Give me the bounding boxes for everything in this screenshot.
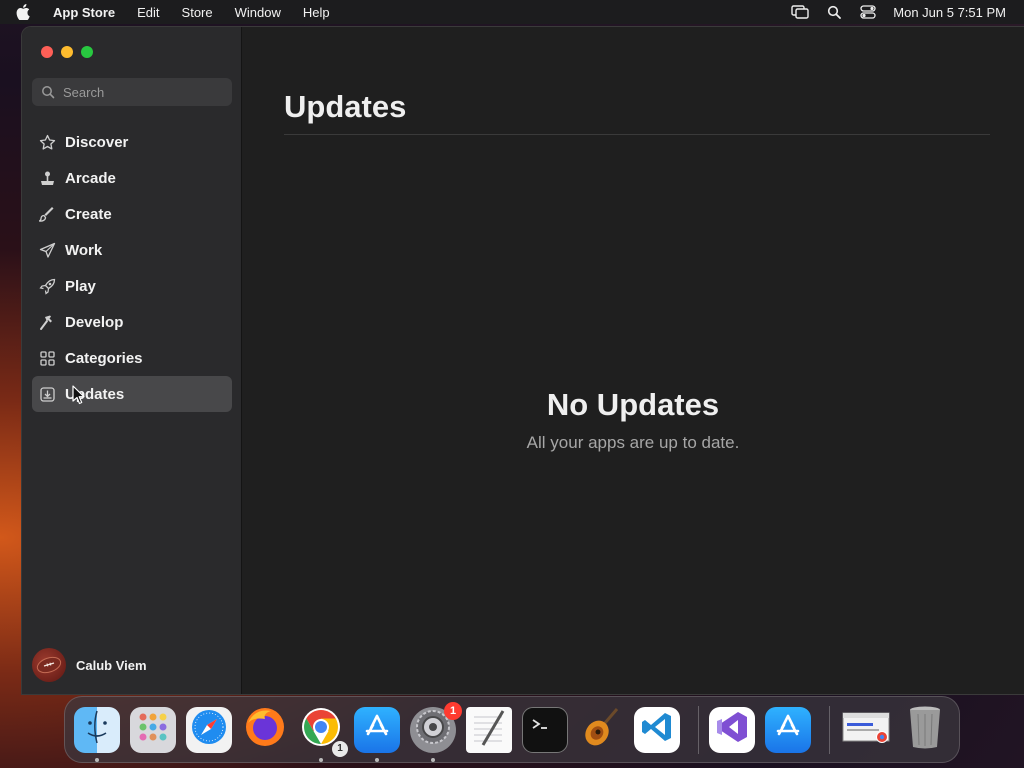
menu-store[interactable]: Store bbox=[182, 5, 213, 20]
dock-launchpad[interactable] bbox=[130, 706, 176, 753]
search-field[interactable] bbox=[32, 78, 232, 106]
paper-plane-icon bbox=[38, 241, 56, 259]
title-divider bbox=[284, 134, 990, 135]
dock-finder[interactable] bbox=[74, 706, 120, 762]
sidebar-item-categories[interactable]: Categories bbox=[32, 340, 232, 376]
running-indicator bbox=[431, 757, 435, 762]
sidebar-item-discover[interactable]: Discover bbox=[32, 124, 232, 160]
terminal-icon bbox=[527, 712, 563, 747]
app-store-icon bbox=[771, 710, 805, 749]
hammer-icon bbox=[38, 313, 56, 331]
sidebar-item-create[interactable]: Create bbox=[32, 196, 232, 232]
menu-edit[interactable]: Edit bbox=[137, 5, 159, 20]
dock-chrome[interactable]: 1 bbox=[298, 707, 348, 762]
dock-garageband[interactable] bbox=[578, 707, 624, 753]
sidebar-nav: Discover Arcade Create Work Play Develop… bbox=[32, 124, 232, 412]
trash-icon bbox=[907, 704, 943, 755]
close-window-button[interactable] bbox=[41, 46, 53, 58]
dock-textedit[interactable] bbox=[466, 705, 512, 754]
dock-safari[interactable] bbox=[186, 706, 232, 753]
menu-app-name[interactable]: App Store bbox=[53, 5, 115, 20]
dock-separator bbox=[829, 705, 830, 754]
apple-menu-icon[interactable] bbox=[16, 4, 40, 20]
sidebar-item-work[interactable]: Work bbox=[32, 232, 232, 268]
empty-state-subtitle: All your apps are up to date. bbox=[526, 433, 740, 452]
screen-mirroring-icon[interactable] bbox=[789, 4, 811, 20]
dock-system-settings[interactable]: 1 bbox=[410, 701, 462, 762]
guitar-icon bbox=[579, 705, 623, 754]
minimize-window-button[interactable] bbox=[61, 46, 73, 58]
brush-icon bbox=[38, 205, 56, 223]
main-content: Updates No Updates All your apps are up … bbox=[242, 27, 1024, 694]
chrome-badge: 1 bbox=[332, 740, 348, 757]
mouse-pointer-icon bbox=[72, 385, 86, 410]
sidebar-item-label: Work bbox=[65, 241, 103, 259]
spotlight-search-icon[interactable] bbox=[823, 4, 845, 20]
account-profile[interactable]: Calub Viem bbox=[32, 648, 147, 682]
dock-vscode[interactable] bbox=[634, 706, 680, 753]
dock-visual-studio[interactable] bbox=[709, 706, 755, 753]
empty-state-title: No Updates bbox=[546, 387, 720, 422]
sidebar-item-label: Play bbox=[65, 277, 96, 295]
empty-state: No Updates All your apps are up to date. bbox=[242, 387, 1024, 453]
dock-trash[interactable] bbox=[902, 704, 948, 755]
grid-icon bbox=[38, 349, 56, 367]
sidebar-item-updates[interactable]: Updates bbox=[32, 376, 232, 412]
sidebar-item-play[interactable]: Play bbox=[32, 268, 232, 304]
app-store-window: Discover Arcade Create Work bbox=[21, 26, 1024, 695]
window-controls bbox=[41, 46, 93, 58]
star-icon bbox=[38, 133, 56, 151]
menu-clock[interactable]: Mon Jun 5 7:51 PM bbox=[893, 5, 1006, 20]
dock-app-store[interactable] bbox=[354, 706, 400, 762]
dock-app-store-2[interactable] bbox=[765, 706, 811, 753]
sidebar-item-develop[interactable]: Develop bbox=[32, 304, 232, 340]
sidebar: Discover Arcade Create Work bbox=[22, 27, 242, 694]
firefox-icon bbox=[243, 705, 287, 754]
dock-separator bbox=[698, 705, 699, 754]
app-store-icon bbox=[360, 710, 394, 749]
menu-window[interactable]: Window bbox=[235, 5, 281, 20]
search-icon bbox=[41, 85, 55, 99]
running-indicator bbox=[319, 757, 323, 762]
page-title: Updates bbox=[284, 89, 407, 124]
download-tray-icon bbox=[38, 385, 56, 403]
menu-bar: App Store Edit Store Window Help Mon Jun… bbox=[0, 0, 1024, 24]
dock-minimized-chrome-window[interactable] bbox=[840, 707, 892, 753]
dock: 1 1 bbox=[64, 696, 960, 763]
rocket-icon bbox=[38, 277, 56, 295]
vscode-icon bbox=[639, 709, 675, 750]
visual-studio-icon bbox=[714, 709, 750, 750]
textedit-icon bbox=[469, 705, 509, 754]
sidebar-item-label: Arcade bbox=[65, 169, 116, 187]
settings-badge: 1 bbox=[444, 701, 462, 720]
safari-icon bbox=[189, 707, 229, 752]
dock-terminal[interactable] bbox=[522, 706, 568, 753]
sidebar-item-label: Develop bbox=[65, 313, 124, 331]
dock-firefox[interactable] bbox=[242, 707, 288, 753]
launchpad-icon bbox=[135, 709, 171, 750]
menu-help[interactable]: Help bbox=[303, 5, 330, 20]
running-indicator bbox=[95, 757, 99, 762]
sidebar-item-arcade[interactable]: Arcade bbox=[32, 160, 232, 196]
fullscreen-window-button[interactable] bbox=[81, 46, 93, 58]
search-input[interactable] bbox=[63, 84, 223, 100]
running-indicator bbox=[375, 757, 379, 762]
sidebar-item-label: Create bbox=[65, 205, 112, 223]
control-center-icon[interactable] bbox=[857, 4, 879, 20]
sidebar-item-label: Discover bbox=[65, 133, 129, 151]
profile-name: Calub Viem bbox=[76, 657, 147, 673]
joystick-icon bbox=[38, 169, 56, 187]
avatar[interactable] bbox=[32, 648, 66, 682]
sidebar-item-label: Categories bbox=[65, 349, 143, 367]
window-thumbnail-icon bbox=[841, 709, 891, 750]
finder-icon bbox=[77, 707, 117, 752]
